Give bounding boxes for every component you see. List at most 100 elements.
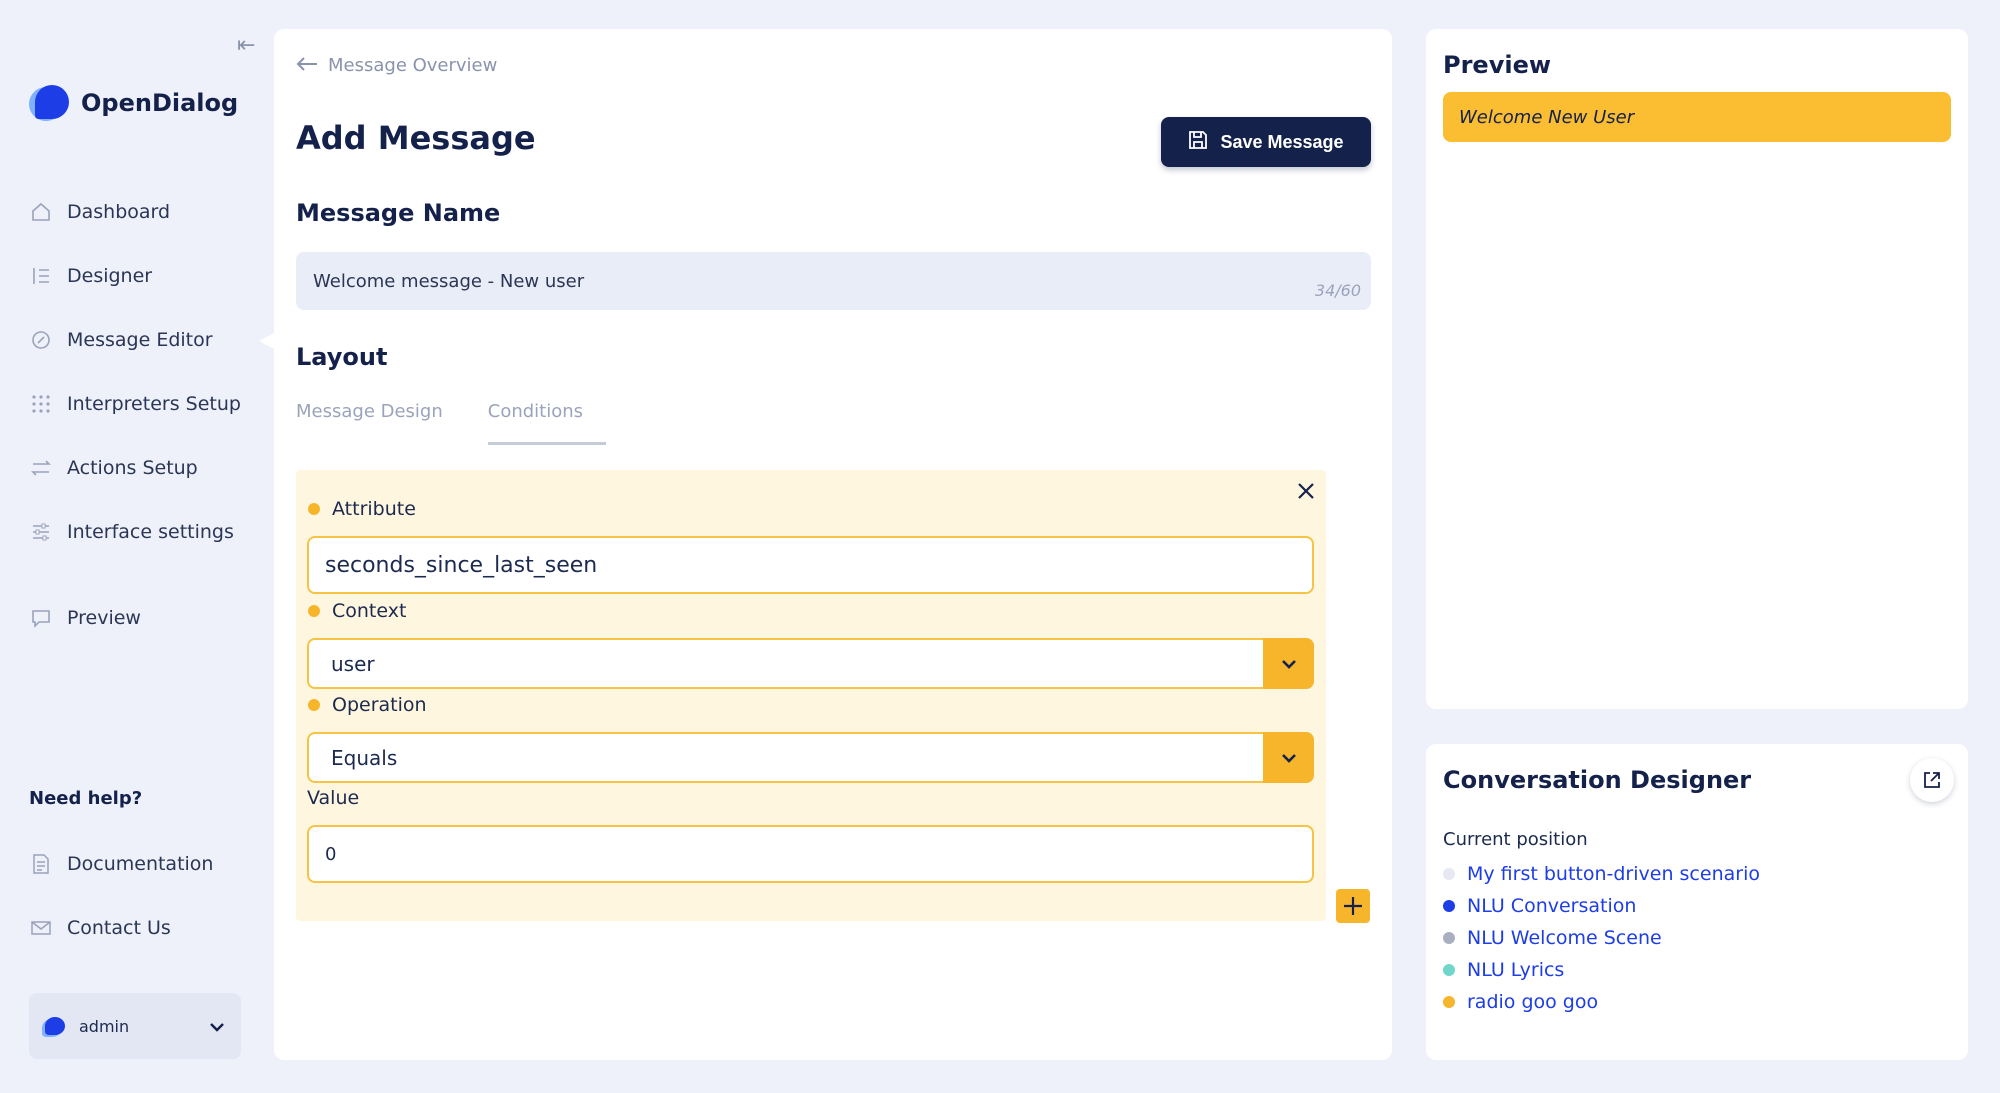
- sidebar-item-message-editor[interactable]: Message Editor: [29, 308, 287, 372]
- external-link-icon[interactable]: [1910, 758, 1954, 802]
- close-icon[interactable]: [1296, 478, 1316, 508]
- status-dot: [1443, 996, 1455, 1008]
- required-dot: [308, 503, 320, 515]
- home-icon: [29, 200, 53, 224]
- interpreters-icon: [29, 392, 53, 416]
- chevron-down-icon: [209, 1016, 225, 1037]
- user-name: admin: [79, 1016, 130, 1036]
- logo[interactable]: OpenDialog: [29, 83, 238, 123]
- sidebar-item-contact[interactable]: Contact Us: [29, 896, 259, 960]
- status-dot: [1443, 932, 1455, 944]
- tab-conditions[interactable]: Conditions: [487, 401, 606, 445]
- sidebar-item-preview[interactable]: Preview: [29, 586, 259, 650]
- message-name-input[interactable]: Welcome message - New user 34/60: [296, 252, 1371, 310]
- context-value: user: [331, 651, 375, 676]
- operation-value: Equals: [331, 745, 398, 770]
- sidebar-item-label: Preview: [67, 607, 141, 629]
- preview-message-bubble: Welcome New User: [1443, 92, 1951, 142]
- position-list: My first button-driven scenario NLU Conv…: [1443, 858, 1760, 1018]
- sidebar-item-label: Message Editor: [67, 329, 213, 351]
- status-dot: [1443, 900, 1455, 912]
- sidebar: ⇤ OpenDialog Dashboard Designer Message …: [0, 0, 287, 1093]
- position-item-label: My first button-driven scenario: [1467, 863, 1760, 885]
- actions-icon: [29, 456, 53, 480]
- preview-heading: Preview: [1443, 51, 1552, 79]
- position-item-scene[interactable]: NLU Welcome Scene: [1443, 922, 1760, 954]
- message-name-value: Welcome message - New user: [313, 270, 585, 292]
- position-item-turn[interactable]: NLU Lyrics: [1443, 954, 1760, 986]
- sidebar-item-label: Contact Us: [67, 917, 171, 939]
- help-nav: Documentation Contact Us: [29, 832, 259, 960]
- sidebar-item-label: Designer: [67, 265, 153, 287]
- user-menu[interactable]: admin: [29, 993, 241, 1059]
- operation-label-text: Operation: [332, 694, 427, 716]
- tab-message-design[interactable]: Message Design: [296, 401, 443, 445]
- layout-tabs: Message Design Conditions: [296, 401, 606, 445]
- message-editor-icon: [29, 328, 53, 352]
- page-title: Add Message: [296, 119, 536, 157]
- layout-heading: Layout: [296, 343, 388, 371]
- attribute-value: seconds_since_last_seen: [325, 552, 598, 578]
- position-item-scenario[interactable]: My first button-driven scenario: [1443, 858, 1760, 890]
- value-input[interactable]: 0: [307, 825, 1314, 883]
- status-dot: [1443, 868, 1455, 880]
- sidebar-item-designer[interactable]: Designer: [29, 244, 259, 308]
- preview-panel: Preview Welcome New User: [1426, 29, 1968, 709]
- document-icon: [29, 852, 53, 876]
- help-title: Need help?: [29, 788, 143, 809]
- message-name-heading: Message Name: [296, 199, 501, 227]
- status-dot: [1443, 964, 1455, 976]
- sidebar-item-label: Interface settings: [67, 521, 234, 543]
- context-select[interactable]: user: [307, 638, 1314, 689]
- logo-icon: [29, 83, 71, 123]
- main-panel: Message Overview Add Message Save Messag…: [274, 29, 1392, 1060]
- current-position-label: Current position: [1443, 829, 1588, 850]
- sidebar-item-label: Actions Setup: [67, 457, 198, 479]
- attribute-label: Attribute: [308, 498, 416, 520]
- attribute-input[interactable]: seconds_since_last_seen: [307, 536, 1314, 594]
- conversation-designer-panel: Conversation Designer Current position M…: [1426, 744, 1968, 1060]
- sidebar-item-label: Interpreters Setup: [67, 393, 241, 415]
- chevron-down-icon[interactable]: [1263, 732, 1314, 783]
- chevron-down-icon[interactable]: [1263, 638, 1314, 689]
- sidebar-item-interface-settings[interactable]: Interface settings: [29, 500, 259, 564]
- sidebar-nav: Dashboard Designer Message Editor Interp…: [29, 180, 287, 650]
- plus-icon: [1344, 897, 1362, 915]
- position-item-label: radio goo goo: [1467, 991, 1599, 1013]
- brand-name: OpenDialog: [81, 89, 239, 117]
- required-dot: [308, 699, 320, 711]
- avatar: [45, 1017, 65, 1035]
- position-item-conversation[interactable]: NLU Conversation: [1443, 890, 1760, 922]
- attribute-label-text: Attribute: [332, 498, 416, 520]
- context-label-text: Context: [332, 600, 407, 622]
- position-item-label: NLU Welcome Scene: [1467, 927, 1662, 949]
- save-icon: [1188, 130, 1208, 155]
- position-item-label: NLU Lyrics: [1467, 959, 1565, 981]
- position-item-intent[interactable]: radio goo goo: [1443, 986, 1760, 1018]
- designer-icon: [29, 264, 53, 288]
- sidebar-item-documentation[interactable]: Documentation: [29, 832, 259, 896]
- value-value: 0: [325, 843, 337, 865]
- save-message-button[interactable]: Save Message: [1161, 117, 1371, 167]
- preview-icon: [29, 606, 53, 630]
- operation-label: Operation: [308, 694, 427, 716]
- conversation-designer-heading: Conversation Designer: [1443, 766, 1752, 794]
- back-link[interactable]: Message Overview: [296, 55, 497, 76]
- sidebar-item-label: Documentation: [67, 853, 214, 875]
- operation-select[interactable]: Equals: [307, 732, 1314, 783]
- sidebar-item-dashboard[interactable]: Dashboard: [29, 180, 259, 244]
- required-dot: [308, 605, 320, 617]
- sidebar-item-interpreters[interactable]: Interpreters Setup: [29, 372, 259, 436]
- add-condition-button[interactable]: [1336, 889, 1370, 923]
- sliders-icon: [29, 520, 53, 544]
- value-label: Value: [307, 787, 360, 809]
- context-label: Context: [308, 600, 406, 622]
- collapse-sidebar-icon[interactable]: ⇤: [237, 33, 255, 58]
- position-item-label: NLU Conversation: [1467, 895, 1637, 917]
- save-button-label: Save Message: [1220, 131, 1344, 152]
- arrow-left-icon: [296, 55, 318, 76]
- sidebar-item-label: Dashboard: [67, 201, 171, 223]
- condition-card: Attribute seconds_since_last_seen Contex…: [296, 470, 1326, 921]
- sidebar-item-actions[interactable]: Actions Setup: [29, 436, 259, 500]
- mail-icon: [29, 916, 53, 940]
